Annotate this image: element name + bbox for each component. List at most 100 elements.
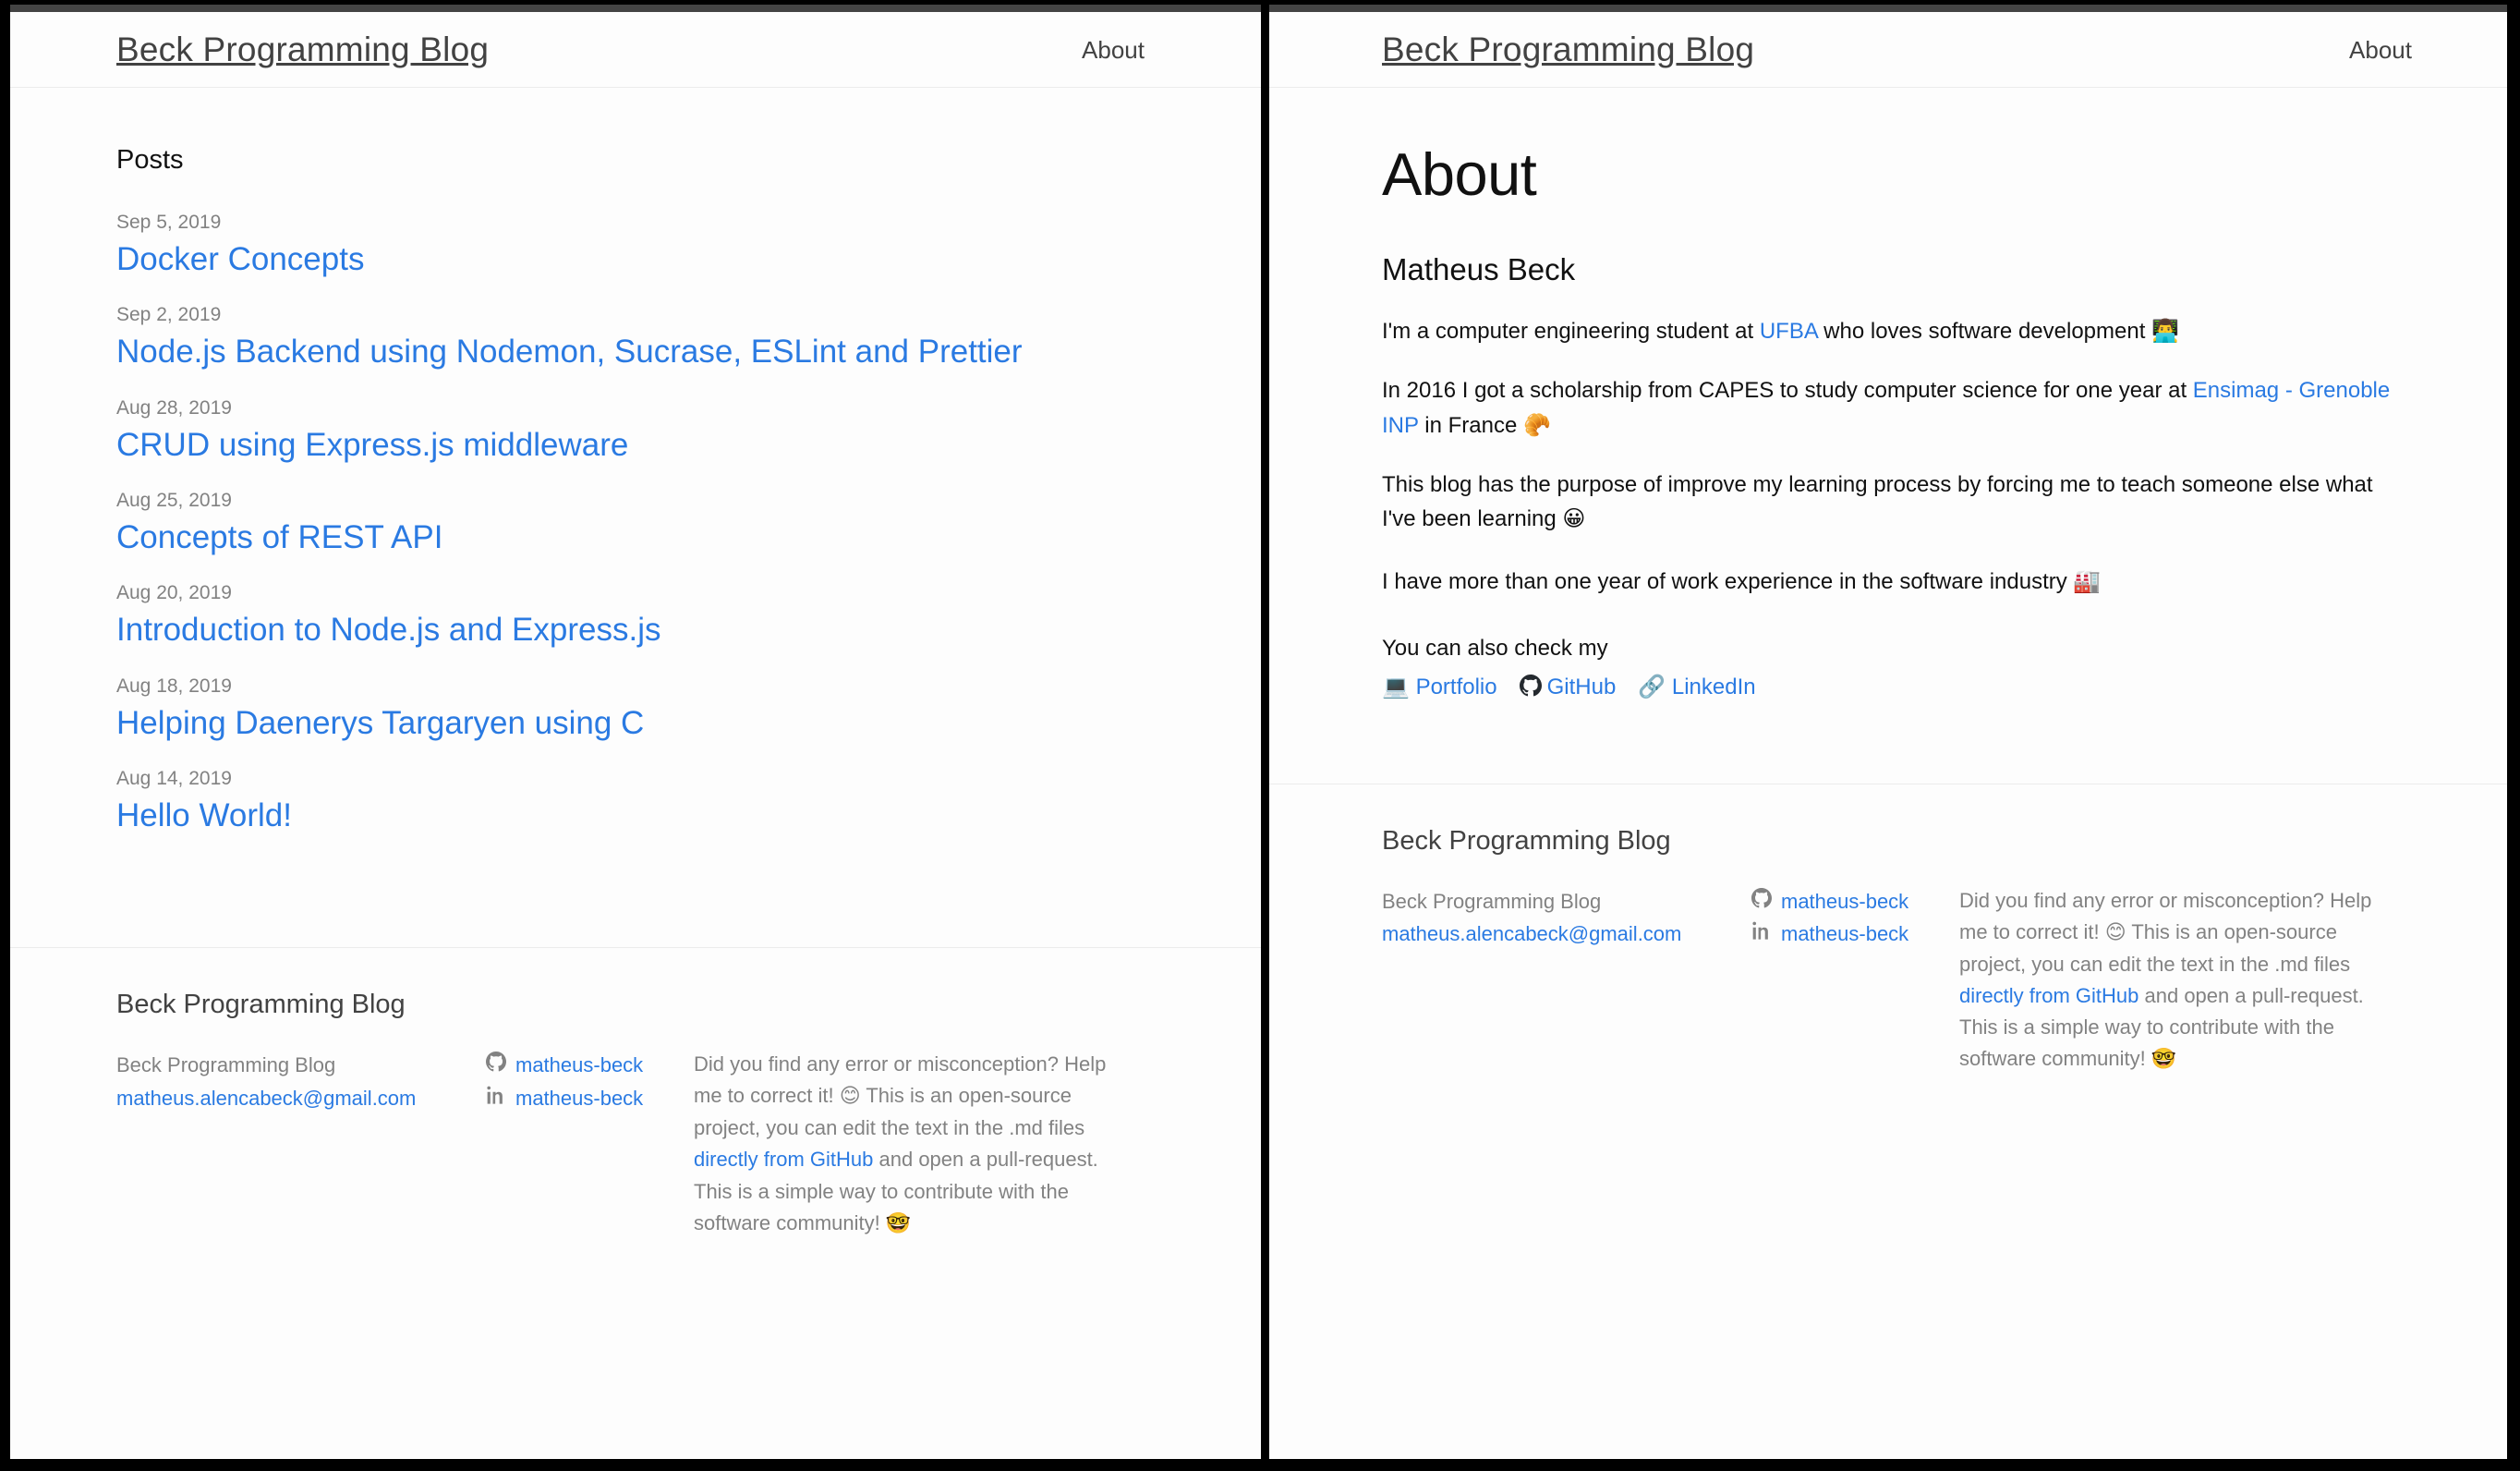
post-list-item: Sep 2, 2019 Node.js Backend using Nodemo…	[116, 278, 1145, 371]
footer-blog-name: Beck Programming Blog	[116, 1053, 336, 1077]
site-footer-left: Beck Programming Blog Beck Programming B…	[0, 947, 1261, 1239]
post-list-item: Aug 18, 2019 Helping Daenerys Targaryen …	[116, 650, 1145, 742]
portfolio-link-pair[interactable]: 💻 Portfolio	[1382, 674, 1497, 700]
post-title-link[interactable]: Hello World!	[116, 797, 292, 834]
about-p1-after: who loves software development	[1817, 318, 2152, 344]
window-frame-bottom	[0, 1459, 2520, 1471]
posts-page-content: Posts Sep 5, 2019 Docker Concepts Sep 2,…	[0, 88, 1261, 834]
link-icon: 🔗	[1638, 674, 1666, 700]
panel-divider	[1261, 0, 1269, 1471]
window-frame-right	[2510, 0, 2520, 1471]
footer-columns: Beck Programming Blog matheus.alencabeck…	[1382, 885, 2394, 1076]
post-date: Aug 18, 2019	[116, 675, 232, 697]
footer-contact-column: Beck Programming Blog matheus.alencabeck…	[1382, 885, 1751, 1076]
about-p1-before: I'm a computer engineering student at	[1382, 318, 1760, 344]
footer-github-handle[interactable]: matheus-beck	[1781, 885, 1908, 918]
github-link-pair[interactable]: GitHub	[1519, 675, 1617, 699]
about-page-content: About Matheus Beck I'm a computer engine…	[1269, 88, 2507, 706]
portfolio-link[interactable]: Portfolio	[1416, 675, 1497, 699]
github-link[interactable]: GitHub	[1547, 675, 1617, 699]
about-links-intro: You can also check my	[1382, 636, 1608, 662]
page-title: About	[1382, 140, 1537, 208]
about-paragraph-1: I'm a computer engineering student at UF…	[1382, 288, 2394, 348]
site-title-link[interactable]: Beck Programming Blog	[1382, 32, 1754, 67]
footer-github-edit-link[interactable]: directly from GitHub	[694, 1148, 873, 1171]
footer-title: Beck Programming Blog	[116, 990, 406, 1020]
footer-columns: Beck Programming Blog matheus.alencabeck…	[116, 1049, 1145, 1240]
post-title-link[interactable]: Node.js Backend using Nodemon, Sucrase, …	[116, 334, 1023, 371]
footer-title: Beck Programming Blog	[1382, 825, 1671, 856]
footer-blog-name: Beck Programming Blog	[1382, 889, 1602, 913]
ufba-link[interactable]: UFBA	[1760, 319, 1818, 344]
footer-description-column: Did you find any error or misconception?…	[1959, 885, 2393, 1076]
footer-linkedin-row[interactable]: matheus-beck	[486, 1082, 694, 1115]
footer-social-column: matheus-beck matheus-beck	[486, 1049, 694, 1240]
about-paragraph-4: I have more than one year of work experi…	[1382, 537, 2394, 599]
linkedin-icon	[1751, 918, 1774, 951]
post-date: Aug 25, 2019	[116, 490, 232, 512]
post-title-link[interactable]: Helping Daenerys Targaryen using C	[116, 705, 644, 742]
about-links-row: 💻 Portfolio GitHub 🔗 LinkedIn	[1382, 665, 2394, 705]
window-frame-top	[0, 0, 2520, 5]
footer-email-link[interactable]: matheus.alencabeck@gmail.com	[116, 1087, 416, 1110]
factory-icon: 🏭	[2073, 567, 2102, 594]
github-icon	[486, 1049, 508, 1082]
about-p2-before: In 2016 I got a scholarship from CAPES t…	[1382, 378, 2193, 404]
site-header-right: Beck Programming Blog About	[1269, 12, 2507, 88]
nav-about-link[interactable]: About	[1082, 38, 1145, 62]
footer-social-column: matheus-beck matheus-beck	[1751, 885, 1959, 1076]
nav-about-link[interactable]: About	[2349, 38, 2412, 62]
smiling-face-icon: 😊	[2104, 920, 2126, 944]
footer-github-row[interactable]: matheus-beck	[1751, 885, 1959, 918]
site-header-left: Beck Programming Blog About	[0, 12, 1261, 88]
linkedin-link-pair[interactable]: 🔗 LinkedIn	[1638, 674, 1756, 700]
post-list-item: Aug 20, 2019 Introduction to Node.js and…	[116, 556, 1145, 649]
about-paragraph-2: In 2016 I got a scholarship from CAPES t…	[1382, 348, 2394, 443]
croissant-icon: 🥐	[1522, 411, 1551, 438]
linkedin-icon	[486, 1082, 508, 1115]
right-browser-panel: Beck Programming Blog About About Matheu…	[1269, 0, 2507, 1471]
about-p3-text: This blog has the purpose of improve my …	[1382, 472, 2373, 532]
smiling-face-icon: 😊	[839, 1085, 861, 1109]
man-technologist-icon: 👨‍💻	[2151, 317, 2179, 344]
nerd-face-icon: 🤓	[2150, 1048, 2177, 1072]
footer-github-edit-link[interactable]: directly from GitHub	[1959, 984, 2138, 1007]
post-date: Sep 5, 2019	[116, 212, 222, 233]
post-list-item: Aug 25, 2019 Concepts of REST API	[116, 464, 1145, 556]
author-name: Matheus Beck	[1382, 252, 1576, 286]
post-date: Aug 14, 2019	[116, 768, 232, 790]
post-date: Aug 20, 2019	[116, 582, 232, 604]
post-title-link[interactable]: CRUD using Express.js middleware	[116, 427, 628, 464]
footer-contact-column: Beck Programming Blog matheus.alencabeck…	[116, 1049, 486, 1240]
linkedin-link[interactable]: LinkedIn	[1672, 675, 1756, 699]
github-icon	[1751, 885, 1774, 918]
post-date: Aug 28, 2019	[116, 396, 232, 419]
post-title-link[interactable]: Concepts of REST API	[116, 519, 442, 556]
browser-screenshot: Beck Programming Blog About Posts Sep 5,…	[0, 0, 2520, 1471]
post-title-link[interactable]: Docker Concepts	[116, 241, 364, 278]
footer-linkedin-row[interactable]: matheus-beck	[1751, 918, 1959, 951]
footer-github-handle[interactable]: matheus-beck	[515, 1049, 643, 1082]
footer-linkedin-handle[interactable]: matheus-beck	[1781, 918, 1908, 951]
post-title-link[interactable]: Introduction to Node.js and Express.js	[116, 612, 660, 649]
github-icon	[1519, 675, 1547, 699]
window-frame-left	[0, 0, 10, 1471]
site-title-link[interactable]: Beck Programming Blog	[116, 32, 489, 67]
footer-email-link[interactable]: matheus.alencabeck@gmail.com	[1382, 922, 1681, 945]
post-list-item: Aug 14, 2019 Hello World!	[116, 742, 1145, 834]
about-paragraph-3: This blog has the purpose of improve my …	[1382, 443, 2394, 537]
footer-github-row[interactable]: matheus-beck	[486, 1049, 694, 1082]
about-p2-after: in France	[1418, 412, 1523, 438]
laptop-icon: 💻	[1382, 674, 1410, 700]
about-p4-text: I have more than one year of work experi…	[1382, 568, 2074, 594]
footer-linkedin-handle[interactable]: matheus-beck	[515, 1082, 643, 1115]
nerd-face-icon: 🤓	[885, 1211, 912, 1235]
post-list-item: Sep 5, 2019 Docker Concepts	[116, 186, 1145, 278]
posts-heading: Posts	[116, 145, 184, 175]
site-footer-right: Beck Programming Blog Beck Programming B…	[1269, 783, 2507, 1076]
post-list-item: Aug 28, 2019 CRUD using Express.js middl…	[116, 371, 1145, 464]
footer-description-column: Did you find any error or misconception?…	[694, 1049, 1128, 1240]
left-browser-panel: Beck Programming Blog About Posts Sep 5,…	[0, 0, 1261, 1471]
grinning-face-icon: 😀	[1562, 505, 1586, 532]
post-date: Sep 2, 2019	[116, 304, 222, 326]
